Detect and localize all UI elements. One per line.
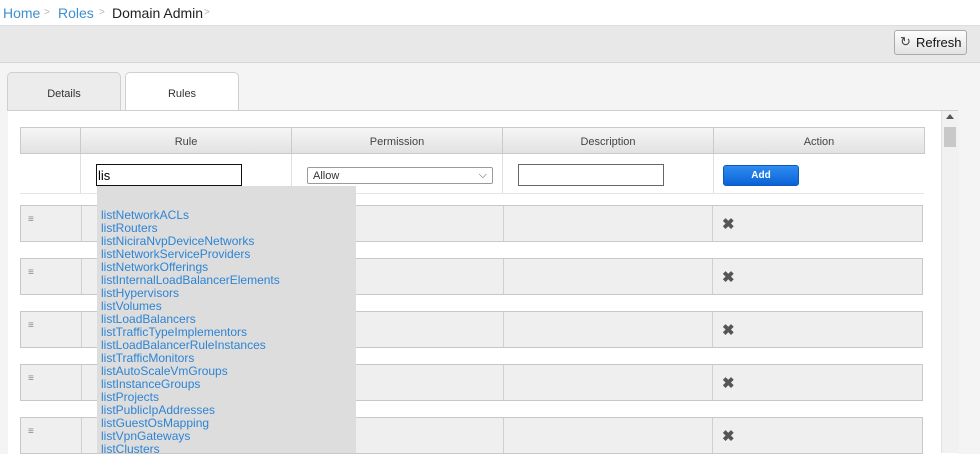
add-button[interactable]: Add bbox=[723, 165, 799, 186]
vertical-scrollbar[interactable] bbox=[941, 111, 959, 453]
permission-value: Allow bbox=[313, 170, 340, 182]
autocomplete-item[interactable]: listClusters bbox=[101, 442, 160, 453]
autocomplete-item[interactable]: listAutoScaleVmGroups bbox=[101, 364, 228, 378]
autocomplete-item[interactable]: listNetworkServiceProviders bbox=[101, 247, 250, 261]
scroll-up-icon[interactable] bbox=[946, 114, 954, 119]
header-permission: Permission bbox=[291, 127, 503, 154]
autocomplete-item[interactable]: listTrafficMonitors bbox=[101, 351, 194, 365]
autocomplete-item[interactable]: listHypervisors bbox=[101, 286, 179, 300]
tab-rules[interactable]: Rules bbox=[125, 72, 239, 112]
column-divider bbox=[80, 154, 81, 193]
drag-handle-icon[interactable]: ≡ bbox=[28, 427, 39, 439]
autocomplete-item[interactable]: listTrafficTypeImplementors bbox=[101, 325, 247, 339]
refresh-button[interactable]: ↻ Refresh bbox=[894, 30, 967, 55]
autocomplete-item[interactable]: listNiciraNvpDeviceNetworks bbox=[101, 234, 254, 248]
autocomplete-dropdown: listNetworkACLs listRouters listNiciraNv… bbox=[97, 186, 356, 453]
scroll-thumb[interactable] bbox=[944, 127, 956, 147]
autocomplete-item[interactable]: listPublicIpAddresses bbox=[101, 403, 215, 417]
delete-icon[interactable]: ✖ bbox=[722, 268, 735, 286]
breadcrumb-roles[interactable]: Roles bbox=[58, 5, 94, 21]
header-handle-column bbox=[20, 127, 81, 154]
breadcrumb-separator: > bbox=[99, 7, 105, 18]
header-action: Action bbox=[713, 127, 925, 154]
rule-input[interactable] bbox=[96, 164, 242, 186]
breadcrumb-current: Domain Admin bbox=[112, 5, 204, 21]
autocomplete-item[interactable]: listNetworkACLs bbox=[101, 208, 189, 222]
delete-icon[interactable]: ✖ bbox=[722, 427, 735, 445]
delete-icon[interactable]: ✖ bbox=[722, 215, 735, 233]
tab-details[interactable]: Details bbox=[7, 72, 121, 111]
breadcrumb-separator: > bbox=[44, 7, 50, 18]
header-rule: Rule bbox=[80, 127, 292, 154]
drag-handle-icon[interactable]: ≡ bbox=[28, 321, 39, 333]
autocomplete-item[interactable]: listInternalLoadBalancerElements bbox=[101, 273, 280, 287]
autocomplete-item[interactable]: listVolumes bbox=[101, 299, 162, 313]
chevron-down-icon: ⌵ bbox=[478, 169, 487, 181]
delete-icon[interactable]: ✖ bbox=[722, 321, 735, 339]
drag-handle-icon[interactable]: ≡ bbox=[28, 374, 39, 386]
autocomplete-item[interactable]: listLoadBalancers bbox=[101, 312, 196, 326]
column-divider bbox=[502, 154, 503, 193]
drag-handle-icon[interactable]: ≡ bbox=[28, 215, 39, 227]
column-divider bbox=[713, 154, 714, 193]
drag-handle-icon[interactable]: ≡ bbox=[28, 268, 39, 280]
delete-icon[interactable]: ✖ bbox=[722, 374, 735, 392]
refresh-icon: ↻ bbox=[900, 34, 911, 49]
autocomplete-item[interactable]: listInstanceGroups bbox=[101, 377, 200, 391]
breadcrumb-separator: > bbox=[204, 7, 210, 18]
permission-select[interactable]: Allow ⌵ bbox=[307, 167, 493, 184]
autocomplete-item[interactable]: listProjects bbox=[101, 390, 159, 404]
autocomplete-item[interactable]: listGuestOsMapping bbox=[101, 416, 209, 430]
autocomplete-item[interactable]: listVpnGateways bbox=[101, 429, 190, 443]
breadcrumb: Home > Roles > Domain Admin > bbox=[0, 0, 980, 26]
breadcrumb-home[interactable]: Home bbox=[3, 5, 40, 21]
autocomplete-item[interactable]: listNetworkOfferings bbox=[101, 260, 208, 274]
header-description: Description bbox=[502, 127, 714, 154]
autocomplete-item[interactable]: listRouters bbox=[101, 221, 158, 235]
refresh-label: Refresh bbox=[916, 35, 962, 50]
toolbar: ↻ Refresh bbox=[0, 26, 980, 63]
autocomplete-item[interactable]: listLoadBalancerRuleInstances bbox=[101, 338, 266, 352]
description-input[interactable] bbox=[518, 164, 664, 186]
